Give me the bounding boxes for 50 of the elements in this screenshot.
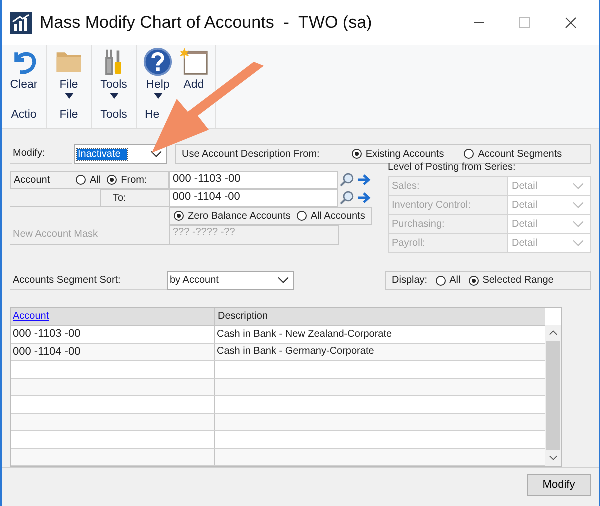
radio-button[interactable]: Zero Balance Accounts	[174, 210, 291, 222]
lookup-icon[interactable]	[339, 190, 356, 206]
field-label: Display:	[392, 275, 428, 286]
radio-button[interactable]: Selected Range	[468, 275, 554, 286]
account-from-field[interactable]: 000 -1103 -00	[169, 171, 338, 189]
radio-button[interactable]: Account Segments	[464, 148, 562, 160]
scroll-up-icon[interactable]	[548, 330, 558, 336]
field-label: New Account Mask	[13, 229, 98, 240]
window-title: Mass Modify Chart of Accounts - TWO (sa)	[40, 12, 372, 32]
ribbon-group-label: He	[144, 109, 160, 121]
chevron-down-icon	[151, 150, 162, 158]
field-label: To:	[100, 188, 169, 206]
scroll-down-icon[interactable]	[548, 455, 558, 461]
ribbon-group-label: Actio	[11, 109, 37, 121]
radio-button[interactable]: Existing Accounts	[352, 148, 444, 160]
close-icon[interactable]	[565, 16, 577, 28]
ribbon-button[interactable]: Help	[141, 45, 175, 107]
chevron-down-icon	[573, 220, 584, 228]
section-title: Level of Posting from Series:	[388, 162, 517, 175]
radio-button[interactable]: All Accounts	[296, 210, 366, 222]
chevron-down-icon	[573, 240, 584, 246]
table-cell-text: Cash in Bank - New Zealand-Corporate	[216, 328, 394, 342]
lookup-icon[interactable]	[339, 172, 356, 188]
ribbon-group-label: File	[60, 109, 78, 121]
modify-dropdown[interactable]: Inactivate	[74, 144, 167, 164]
ribbon-group-label: Tools	[100, 109, 128, 121]
table-cell: 000 -1104 -00	[11, 344, 215, 360]
chevron-down-icon	[278, 277, 289, 284]
segment-sort-dropdown[interactable]: by Account	[167, 271, 294, 290]
column-header-link[interactable]: Account	[13, 311, 50, 322]
ribbon-button[interactable]: File	[52, 45, 86, 107]
arrow-right-icon[interactable]	[356, 172, 372, 188]
ribbon-button[interactable]: Tools	[97, 45, 131, 107]
field-label: Modify:	[10, 144, 72, 164]
account-to-field[interactable]: 000 -1104 -00	[168, 189, 338, 207]
radio-button[interactable]: All	[76, 174, 102, 186]
modify-button[interactable]: Modify	[527, 474, 591, 496]
column-header: Description	[217, 310, 270, 324]
app-logo-icon	[10, 12, 32, 34]
field-label: Account	[14, 174, 52, 186]
ribbon-button[interactable]: Clear	[7, 45, 41, 107]
table-cell: 000 -1103 -00	[11, 326, 215, 342]
table-cell-text: Cash in Bank - Germany-Corporate	[216, 345, 376, 360]
radio-button[interactable]: All	[436, 275, 461, 286]
arrow-right-icon[interactable]	[356, 190, 372, 206]
scrollbar[interactable]	[545, 325, 561, 466]
field-label: Use Account Description From:	[182, 148, 320, 160]
radio-button[interactable]: From:	[107, 174, 148, 186]
chevron-down-icon	[573, 202, 584, 208]
chevron-down-icon	[573, 182, 584, 190]
